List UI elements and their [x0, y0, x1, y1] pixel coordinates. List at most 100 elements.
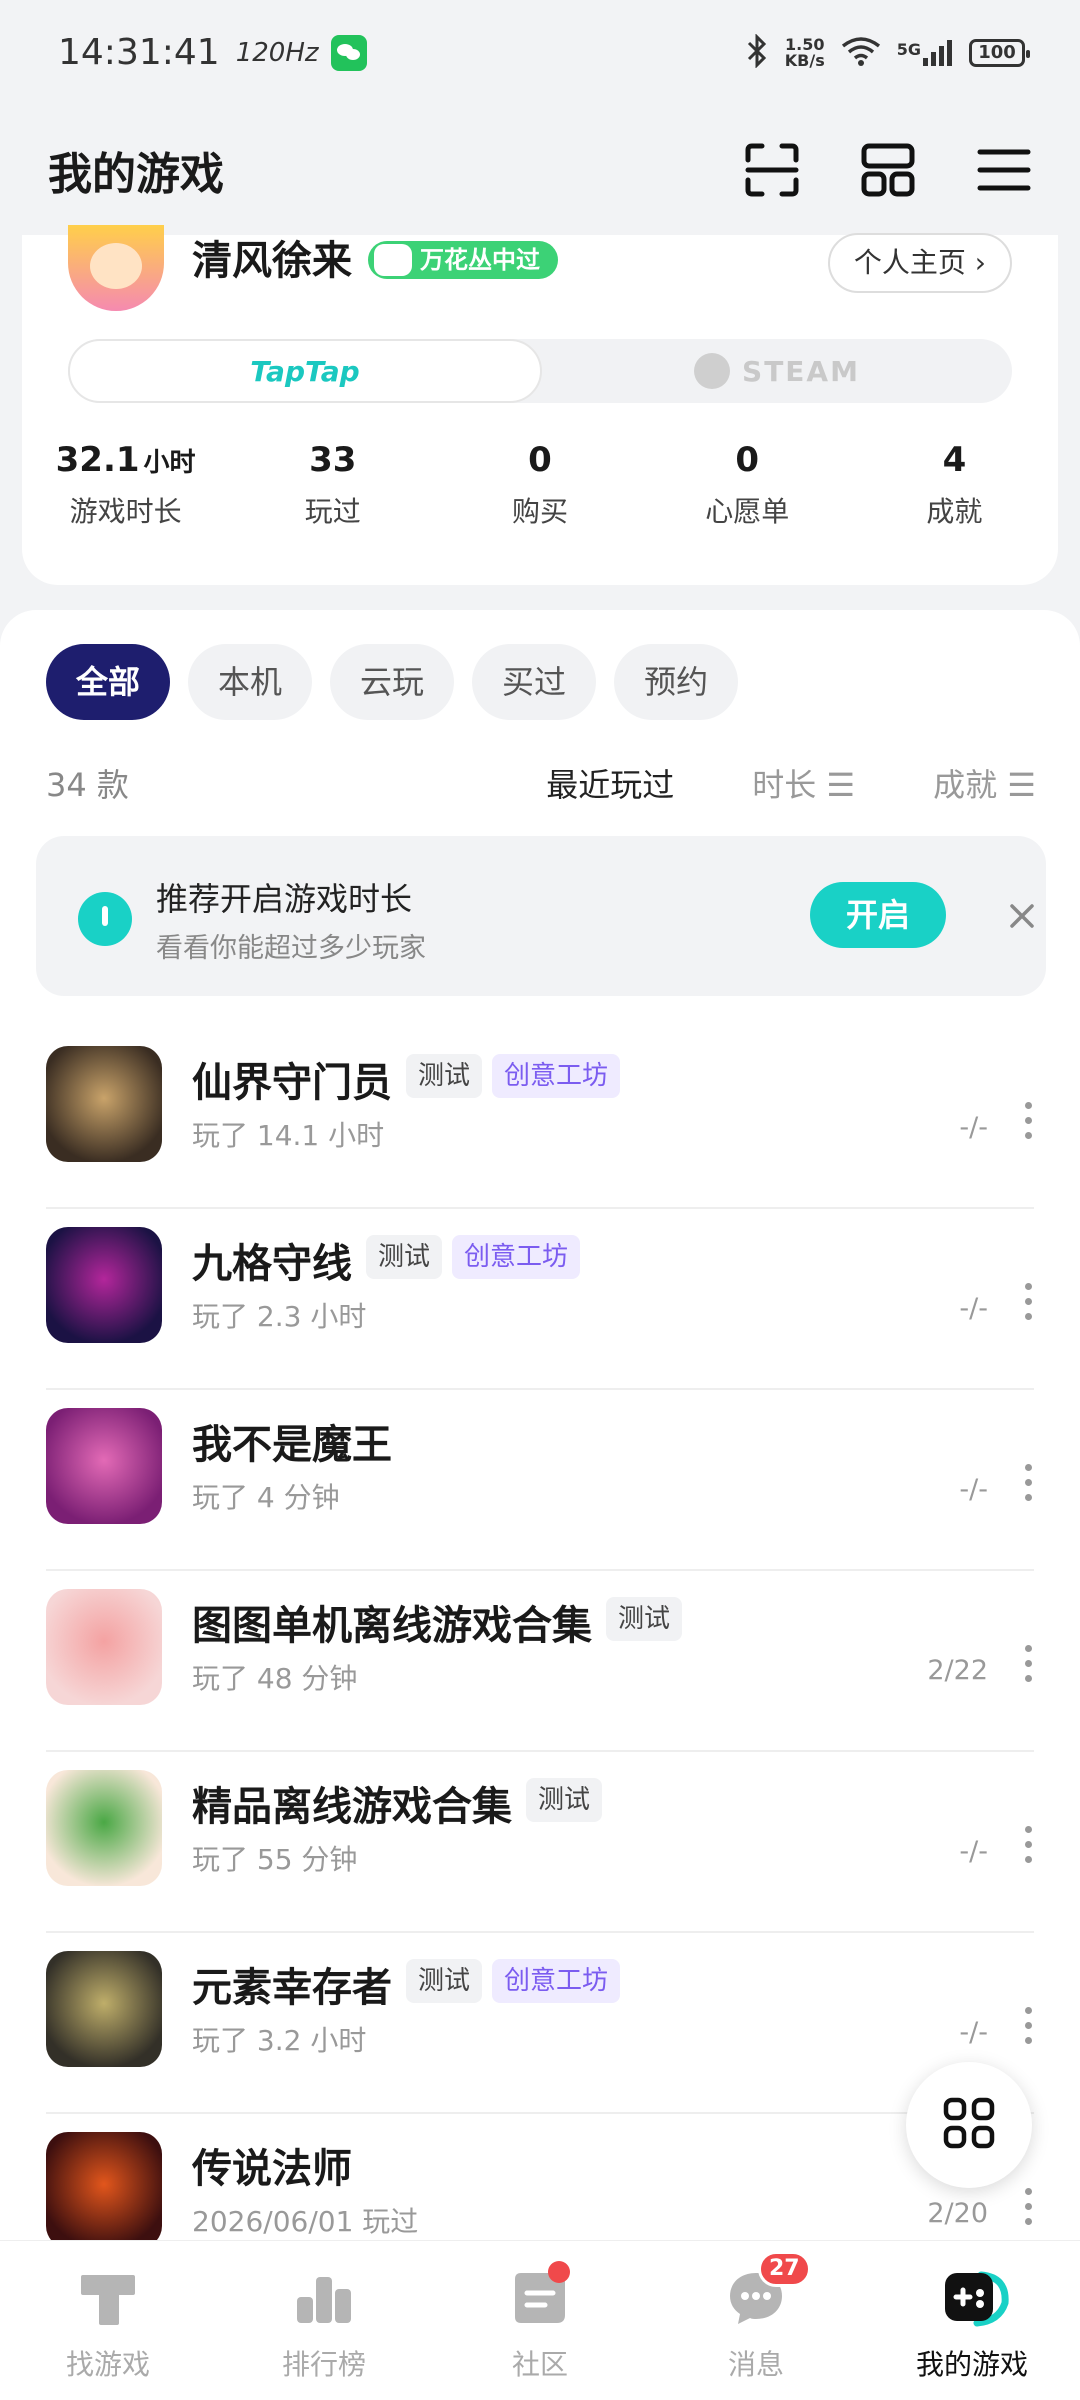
- gamepad-icon: [941, 2267, 1009, 2329]
- more-options-icon[interactable]: [1022, 2007, 1034, 2047]
- filter-purchased[interactable]: 买过: [472, 644, 597, 720]
- more-options-icon[interactable]: [1022, 1283, 1034, 1323]
- layout-grid-icon[interactable]: [860, 142, 916, 198]
- stat-wishlist[interactable]: 0 心愿单: [644, 440, 851, 530]
- game-row[interactable]: 仙界守门员 测试 创意工坊 玩了 14.1 小时 -/-: [46, 1028, 1034, 1209]
- game-name: 仙界守门员: [192, 1060, 392, 1106]
- tab-my-games[interactable]: 我的游戏: [864, 2241, 1080, 2400]
- play-time: 2026/06/01 玩过: [192, 2205, 419, 2238]
- profile-card: 清风徐来 万花丛中过 个人主页 › TapTap STEAM 32.1 小时 游戏…: [22, 225, 1058, 585]
- game-tags: 测试 创意工坊: [366, 1235, 581, 1279]
- game-cover[interactable]: [46, 1589, 162, 1705]
- achievement-progress: 2/20: [927, 2198, 988, 2229]
- status-bar: 14:31:41 120Hz 1.50 KB/s 5G 100: [0, 0, 1080, 105]
- menu-icon[interactable]: [976, 142, 1032, 198]
- game-list: 仙界守门员 测试 创意工坊 玩了 14.1 小时 -/- 九格守线 测试 创意工坊 玩了 2.3…: [0, 1028, 1080, 2240]
- test-tag: 测试: [366, 1235, 443, 1279]
- game-name: 我不是魔王: [192, 1422, 392, 1468]
- battery-indicator: 100: [969, 38, 1030, 67]
- refresh-rate: 120Hz: [235, 37, 319, 68]
- more-options-icon[interactable]: [1022, 1645, 1034, 1685]
- stat-played[interactable]: 33 玩过: [229, 440, 436, 530]
- stopwatch-icon: [78, 892, 132, 946]
- bluetooth-icon: [745, 32, 769, 72]
- enable-button[interactable]: 开启: [810, 882, 946, 948]
- page-title: 我的游戏: [48, 149, 224, 200]
- floating-grid-button[interactable]: [906, 2062, 1032, 2188]
- game-name: 元素幸存者: [192, 1965, 392, 2011]
- game-cover[interactable]: [46, 1046, 162, 1162]
- play-time: 玩了 55 分钟: [192, 1843, 358, 1876]
- workshop-tag: 创意工坊: [492, 1054, 621, 1098]
- play-time: 玩了 14.1 小时: [192, 1119, 385, 1152]
- game-name: 传说法师: [192, 2146, 352, 2192]
- stat-playtime[interactable]: 32.1 小时 游戏时长: [22, 440, 229, 530]
- more-options-icon[interactable]: [1022, 1826, 1034, 1866]
- wifi-icon: [841, 36, 881, 70]
- scan-icon[interactable]: [744, 142, 800, 198]
- filter-chips: 全部 本机 云玩 买过 预约: [46, 644, 739, 720]
- tab-find-games[interactable]: 找游戏: [0, 2241, 216, 2400]
- achievement-progress: -/-: [959, 1293, 988, 1324]
- grid-icon: [943, 2097, 995, 2153]
- network-speed: 1.50 KB/s: [784, 34, 825, 70]
- tab-steam[interactable]: STEAM: [542, 339, 1012, 403]
- homepage-button[interactable]: 个人主页 ›: [827, 233, 1012, 293]
- game-cover[interactable]: [46, 1227, 162, 1343]
- stats-row: 32.1 小时 游戏时长 33 玩过 0 购买 0 心愿单 4 成就: [22, 440, 1058, 530]
- game-cover[interactable]: [46, 2132, 162, 2240]
- workshop-tag: 创意工坊: [492, 1959, 621, 2003]
- play-time: 玩了 3.2 小时: [192, 2024, 367, 2057]
- game-row[interactable]: 图图单机离线游戏合集 测试 玩了 48 分钟 2/22: [46, 1571, 1034, 1752]
- more-options-icon[interactable]: [1022, 1464, 1034, 1504]
- game-cover[interactable]: [46, 1951, 162, 2067]
- workshop-tag: 创意工坊: [452, 1235, 581, 1279]
- game-cover[interactable]: [46, 1408, 162, 1524]
- more-options-icon[interactable]: [1022, 2188, 1034, 2228]
- status-time: 14:31:41: [58, 32, 220, 73]
- game-tags: 测试: [526, 1778, 603, 1822]
- tab-community[interactable]: 社区: [432, 2241, 648, 2400]
- sort-recent[interactable]: 最近玩过: [546, 760, 674, 806]
- game-row[interactable]: 元素幸存者 测试 创意工坊 玩了 3.2 小时 -/-: [46, 1933, 1034, 2114]
- game-tags: 测试: [606, 1597, 683, 1641]
- playtime-tip-card: 推荐开启游戏时长 看看你能超过多少玩家 开启: [36, 836, 1046, 996]
- sort-achievement[interactable]: 成就 ☰: [933, 760, 1036, 806]
- play-time: 玩了 4 分钟: [192, 1481, 340, 1514]
- game-row[interactable]: 九格守线 测试 创意工坊 玩了 2.3 小时 -/-: [46, 1209, 1034, 1390]
- tab-taptap[interactable]: TapTap: [68, 339, 542, 403]
- play-time: 玩了 2.3 小时: [192, 1300, 367, 1333]
- games-panel: 全部 本机 云玩 买过 预约 34 款 最近玩过 时长 ☰ 成就 ☰ 推荐开启游…: [0, 610, 1080, 2240]
- sort-options: 最近玩过 时长 ☰ 成就 ☰: [546, 760, 1036, 806]
- close-icon[interactable]: [1002, 896, 1042, 936]
- stat-purchased[interactable]: 0 购买: [436, 440, 643, 530]
- steam-icon: [694, 353, 731, 389]
- community-notification-dot: [548, 2261, 570, 2283]
- stat-achievements[interactable]: 4 成就: [851, 440, 1058, 530]
- test-tag: 测试: [606, 1597, 683, 1641]
- game-row[interactable]: 我不是魔王玩了 4 分钟 -/-: [46, 1390, 1034, 1571]
- filter-all[interactable]: 全部: [46, 644, 171, 720]
- achievement-progress: 2/22: [927, 1655, 988, 1686]
- avatar[interactable]: [68, 225, 164, 311]
- filter-reserved[interactable]: 预约: [614, 644, 739, 720]
- gamepad-badge-icon: [374, 244, 412, 276]
- test-tag: 测试: [526, 1778, 603, 1822]
- test-tag: 测试: [406, 1054, 483, 1098]
- game-row[interactable]: 精品离线游戏合集 测试 玩了 55 分钟 -/-: [46, 1752, 1034, 1933]
- game-tags: 测试 创意工坊: [406, 1959, 621, 2003]
- more-options-icon[interactable]: [1022, 1102, 1034, 1142]
- tab-ranking[interactable]: 排行榜: [216, 2241, 432, 2400]
- taptap-t-icon: [77, 2267, 139, 2329]
- filter-local[interactable]: 本机: [188, 644, 313, 720]
- game-cover[interactable]: [46, 1770, 162, 1886]
- filter-cloud[interactable]: 云玩: [330, 644, 455, 720]
- sort-duration[interactable]: 时长 ☰: [752, 760, 855, 806]
- list-toolbar: 34 款 最近玩过 时长 ☰ 成就 ☰: [46, 758, 1036, 808]
- bottom-tab-bar: 找游戏 排行榜 社区 27 消息 我的游戏: [0, 2240, 1080, 2400]
- game-row[interactable]: 传说法师 2026/06/01 玩过 2/20: [46, 2114, 1034, 2240]
- tip-subtitle: 看看你能超过多少玩家: [156, 933, 426, 964]
- tab-messages[interactable]: 27 消息: [648, 2241, 864, 2400]
- achievement-progress: -/-: [959, 1474, 988, 1505]
- signal-icon: 5G: [897, 39, 953, 66]
